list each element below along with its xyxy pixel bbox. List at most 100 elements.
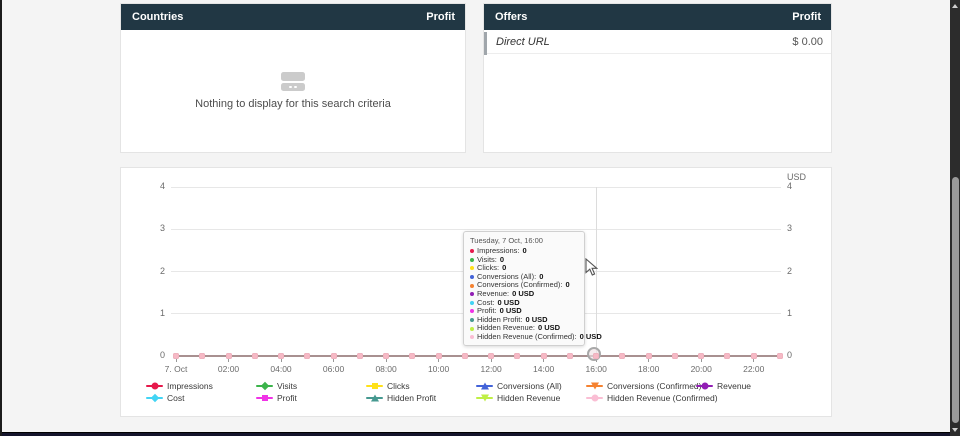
y-axis-label-left: 4	[135, 181, 165, 192]
chart-point[interactable]	[278, 353, 284, 359]
scrollbar-thumb[interactable]	[952, 177, 959, 423]
series-color-dot	[470, 292, 474, 296]
legend-marker	[366, 393, 383, 402]
legend-item[interactable]: Clicks	[366, 380, 476, 391]
legend-item[interactable]: Hidden Revenue (Confirmed)	[586, 392, 696, 403]
legend-item-label: Conversions (All)	[497, 381, 562, 391]
window-left-edge	[0, 0, 2, 436]
chart-point[interactable]	[724, 353, 730, 359]
series-color-dot	[470, 258, 474, 262]
chart-point[interactable]	[541, 353, 547, 359]
tooltip-item-label: Hidden Revenue (Confirmed):	[477, 333, 577, 342]
series-color-dot	[470, 318, 474, 322]
legend-item[interactable]: Conversions (All)	[476, 380, 586, 391]
chart-point[interactable]	[488, 353, 494, 359]
chart-point[interactable]	[698, 353, 704, 359]
offers-panel: Offers Profit Direct URL $ 0.00	[483, 3, 832, 153]
triangle-down-marker-icon	[481, 394, 489, 401]
series-line-zero	[176, 355, 780, 357]
chart-point[interactable]	[593, 353, 599, 359]
mouse-cursor	[585, 258, 598, 282]
legend-item-label: Clicks	[387, 381, 410, 391]
countries-panel: Countries Profit Nothing to display for …	[120, 3, 466, 153]
chart-point[interactable]	[409, 353, 415, 359]
x-axis-label: 10:00	[417, 364, 461, 374]
x-axis-label: 16:00	[574, 364, 618, 374]
offer-row[interactable]: Direct URL $ 0.00	[484, 30, 831, 54]
vertical-scrollbar[interactable]	[950, 0, 960, 436]
series-color-dot	[470, 249, 474, 253]
legend-item[interactable]: Visits	[256, 380, 366, 391]
chart-point[interactable]	[436, 353, 442, 359]
countries-profit-column-header[interactable]: Profit	[426, 11, 455, 23]
legend-marker	[146, 393, 163, 402]
circle-marker-icon	[591, 394, 598, 401]
chart-point[interactable]	[173, 353, 179, 359]
legend-item-label: Profit	[277, 393, 297, 403]
series-color-dot	[470, 275, 474, 279]
chart-point[interactable]	[777, 353, 783, 359]
legend-marker	[586, 381, 603, 390]
chart-point[interactable]	[304, 353, 310, 359]
x-axis-label: 12:00	[469, 364, 513, 374]
triangle-marker-icon	[481, 382, 489, 389]
legend-marker	[146, 381, 163, 390]
chart-point[interactable]	[567, 353, 573, 359]
dashboard-page: Countries Profit Nothing to display for …	[0, 0, 960, 436]
circle-marker-icon	[701, 382, 708, 389]
chart-point[interactable]	[646, 353, 652, 359]
legend-item-label: Visits	[277, 381, 297, 391]
y-axis-label-left: 3	[135, 223, 165, 234]
legend-item[interactable]: Impressions	[146, 380, 256, 391]
chart-point[interactable]	[462, 353, 468, 359]
x-axis-label: 08:00	[364, 364, 408, 374]
tooltip-title: Tuesday, 7 Oct, 16:00	[470, 236, 578, 245]
chart-point[interactable]	[619, 353, 625, 359]
chart-point[interactable]	[751, 353, 757, 359]
offers-panel-title: Offers	[495, 11, 527, 23]
x-axis-label: 04:00	[259, 364, 303, 374]
y-axis-label-left: 1	[135, 308, 165, 319]
legend-marker	[256, 381, 273, 390]
legend-item[interactable]: Hidden Revenue	[476, 392, 586, 403]
scrollbar-up-arrow-icon[interactable]	[952, 4, 958, 8]
offers-profit-column-header[interactable]: Profit	[792, 11, 821, 23]
legend-item[interactable]: Revenue	[696, 380, 806, 391]
legend-item[interactable]: Cost	[146, 392, 256, 403]
x-axis-label: 18:00	[627, 364, 671, 374]
legend-item-label: Cost	[167, 393, 184, 403]
tooltip-item-value: 0	[523, 247, 527, 256]
series-color-dot	[470, 266, 474, 270]
legend-marker	[256, 393, 273, 402]
chart-point[interactable]	[331, 353, 337, 359]
chart-point[interactable]	[199, 353, 205, 359]
y-axis-label-right: 0	[787, 350, 817, 361]
chart-point[interactable]	[672, 353, 678, 359]
x-axis-label: 14:00	[522, 364, 566, 374]
legend-marker	[476, 381, 493, 390]
chart-legend: Impressions Visits Clicks Conversions (All)…	[121, 380, 831, 403]
legend-marker	[476, 393, 493, 402]
chart-tooltip: Tuesday, 7 Oct, 16:00 Impressions: 0Visi…	[463, 231, 585, 346]
chart-point[interactable]	[357, 353, 363, 359]
scrollbar-down-arrow-icon[interactable]	[952, 428, 958, 432]
chart-point[interactable]	[226, 353, 232, 359]
series-color-dot	[470, 301, 474, 305]
legend-item-label: Hidden Revenue (Confirmed)	[607, 393, 718, 403]
legend-item-label: Impressions	[167, 381, 213, 391]
triangle-marker-icon	[371, 394, 379, 401]
x-axis-label: 7. Oct	[154, 364, 198, 374]
chart-point[interactable]	[383, 353, 389, 359]
chart-point[interactable]	[252, 353, 258, 359]
legend-item[interactable]: Hidden Profit	[366, 392, 476, 403]
triangle-down-marker-icon	[591, 382, 599, 389]
offers-panel-header: Offers Profit	[484, 4, 831, 30]
legend-item[interactable]: Profit	[256, 392, 366, 403]
diamond-marker-icon	[150, 393, 158, 401]
tooltip-item-value: 0	[565, 281, 569, 290]
offers-list-scrollbar-thumb[interactable]	[484, 32, 487, 55]
legend-item[interactable]: Conversions (Confirmed)	[586, 380, 696, 391]
series-color-dot	[470, 335, 474, 339]
chart-point[interactable]	[514, 353, 520, 359]
y-axis-label-right: 4	[787, 181, 817, 192]
